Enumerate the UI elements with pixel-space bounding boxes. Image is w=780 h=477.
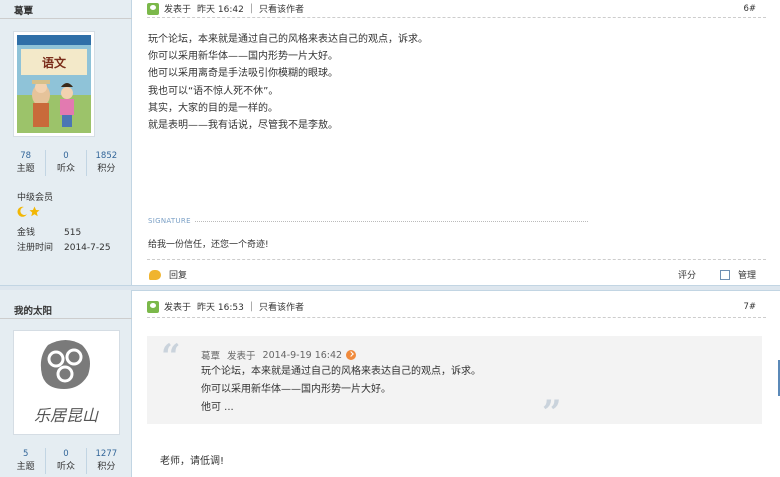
content-line: 其实，大家的目的是一样的。 bbox=[148, 102, 278, 114]
post-actions: 回复 评分 管理 bbox=[147, 259, 766, 287]
stat-points[interactable]: 1277 积分 bbox=[85, 448, 126, 474]
quote-author: 葛覃 bbox=[201, 351, 221, 362]
content-line: 他可以采用离奇是手法吸引你模糊的眼球。 bbox=[148, 68, 338, 80]
user-stats: 5 主题 0 听众 1277 积分 bbox=[6, 448, 126, 474]
post-header: 发表于 昨天 16:42 | 只看该作者 6# bbox=[147, 0, 766, 18]
manage-label: 管理 bbox=[737, 271, 756, 281]
post-content: 玩个论坛，本来就是通过自己的风格来表达自己的观点，诉求。 你可以采用新华体——国… bbox=[148, 31, 668, 134]
content-line: 你可以采用新华体——国内形势一片大好。 bbox=[148, 51, 338, 63]
info-register-date: 注册时间 2014-7-25 bbox=[17, 243, 111, 253]
post-main: 发表于 昨天 16:53 | 只看该作者 7# “ 葛覃 发表于 2014-9-… bbox=[133, 290, 780, 477]
checkbox-icon[interactable] bbox=[719, 269, 730, 280]
post-prefix: 发表于 bbox=[164, 303, 192, 313]
online-status-icon bbox=[147, 2, 159, 15]
user-stats: 78 主题 0 听众 1852 积分 bbox=[6, 150, 126, 176]
post-prefix: 发表于 bbox=[164, 5, 192, 15]
avatar[interactable]: 乐居昆山 bbox=[13, 330, 120, 435]
quote-prefix: 发表于 bbox=[227, 351, 256, 362]
reply-icon bbox=[149, 269, 161, 280]
quote-line: 他可 ... bbox=[201, 402, 234, 413]
post-7: 我的太阳 乐居昆山 5 主题 0 听众 1277 积分 发表于 昨天 16:53… bbox=[0, 290, 780, 477]
goto-post-icon[interactable] bbox=[346, 350, 357, 360]
post-6: 葛覃 语文 78 主题 0 听众 1852 积分 中级会员 金钱 515 注册时… bbox=[0, 0, 780, 290]
reply-content: 老师，请低调! bbox=[160, 456, 225, 467]
author-sidebar: 葛覃 语文 78 主题 0 听众 1852 积分 中级会员 金钱 515 注册时… bbox=[0, 0, 132, 290]
quote-body: 玩个论坛，本来就是通过自己的风格来表达自己的观点，诉求。 你可以采用新华体——国… bbox=[201, 363, 481, 417]
user-info: 金钱 515 注册时间 2014-7-25 bbox=[17, 226, 111, 256]
reply-label: 回复 bbox=[169, 271, 188, 281]
avatar[interactable]: 语文 bbox=[13, 31, 95, 137]
open-quote-icon: “ bbox=[161, 337, 181, 377]
content-line: 玩个论坛，本来就是通过自己的风格来表达自己的观点，诉求。 bbox=[148, 34, 428, 45]
author-sidebar: 我的太阳 乐居昆山 5 主题 0 听众 1277 积分 bbox=[0, 290, 132, 477]
author-name[interactable]: 葛覃 bbox=[14, 3, 33, 17]
info-money: 金钱 515 bbox=[17, 228, 82, 238]
signature-label: SIGNATURE bbox=[148, 217, 191, 225]
manage-checkbox[interactable]: 管理 bbox=[719, 268, 756, 281]
user-group[interactable]: 中级会员 bbox=[17, 190, 53, 203]
floor-number[interactable]: 7# bbox=[743, 302, 756, 312]
sidebar-divider bbox=[0, 18, 132, 19]
rate-button[interactable]: 评分 bbox=[678, 268, 696, 281]
online-status-icon bbox=[147, 300, 159, 313]
post-main: 发表于 昨天 16:42 | 只看该作者 6# 玩个论坛，本来就是通过自己的风格… bbox=[133, 0, 780, 290]
rank-stars bbox=[17, 206, 40, 217]
close-quote-icon: ” bbox=[542, 393, 562, 433]
post-time: 昨天 16:53 bbox=[197, 303, 244, 313]
stat-followers[interactable]: 0 听众 bbox=[45, 448, 85, 474]
only-author-link[interactable]: 只看该作者 bbox=[259, 2, 304, 15]
floor-number[interactable]: 6# bbox=[743, 4, 756, 14]
sidebar-divider bbox=[0, 318, 132, 319]
quote-header: 葛覃 发表于 2014-9-19 16:42 bbox=[201, 348, 357, 362]
quote-time: 2014-9-19 16:42 bbox=[262, 349, 343, 361]
avatar-calligraphy-image: 乐居昆山 bbox=[14, 331, 119, 434]
stat-threads[interactable]: 78 主题 bbox=[6, 150, 45, 176]
signature-divider bbox=[195, 221, 588, 222]
header-separator: | bbox=[249, 301, 254, 312]
content-line: 就是表明——我有话说，尽管我不是李敖。 bbox=[148, 120, 338, 132]
content-line: 我也可以“语不惊人死不休”。 bbox=[148, 85, 279, 97]
only-author-link[interactable]: 只看该作者 bbox=[259, 300, 304, 313]
quote-line: 你可以采用新华体——国内形势一片大好。 bbox=[201, 384, 391, 395]
avatar-book-title: 语文 bbox=[42, 55, 67, 70]
stat-followers[interactable]: 0 听众 bbox=[45, 150, 85, 176]
author-name[interactable]: 我的太阳 bbox=[14, 303, 52, 317]
header-separator: | bbox=[249, 3, 254, 14]
post-time: 昨天 16:42 bbox=[197, 5, 244, 15]
stat-threads[interactable]: 5 主题 bbox=[6, 448, 45, 474]
stat-points[interactable]: 1852 积分 bbox=[85, 150, 126, 176]
star-icon bbox=[29, 206, 40, 217]
post-header: 发表于 昨天 16:53 | 只看该作者 7# bbox=[147, 296, 766, 318]
signature-text: 给我一份信任，还您一个奇迹! bbox=[148, 240, 269, 250]
avatar-textbook-image: 语文 bbox=[17, 35, 91, 133]
reply-button[interactable]: 回复 bbox=[149, 268, 187, 281]
quote-block: “ 葛覃 发表于 2014-9-19 16:42 玩个论坛，本来就是通过自己的风… bbox=[147, 336, 762, 430]
moon-icon bbox=[17, 206, 27, 217]
quote-line: 玩个论坛，本来就是通过自己的风格来表达自己的观点，诉求。 bbox=[201, 366, 481, 377]
avatar-calligraphy-text: 乐居昆山 bbox=[34, 406, 99, 425]
